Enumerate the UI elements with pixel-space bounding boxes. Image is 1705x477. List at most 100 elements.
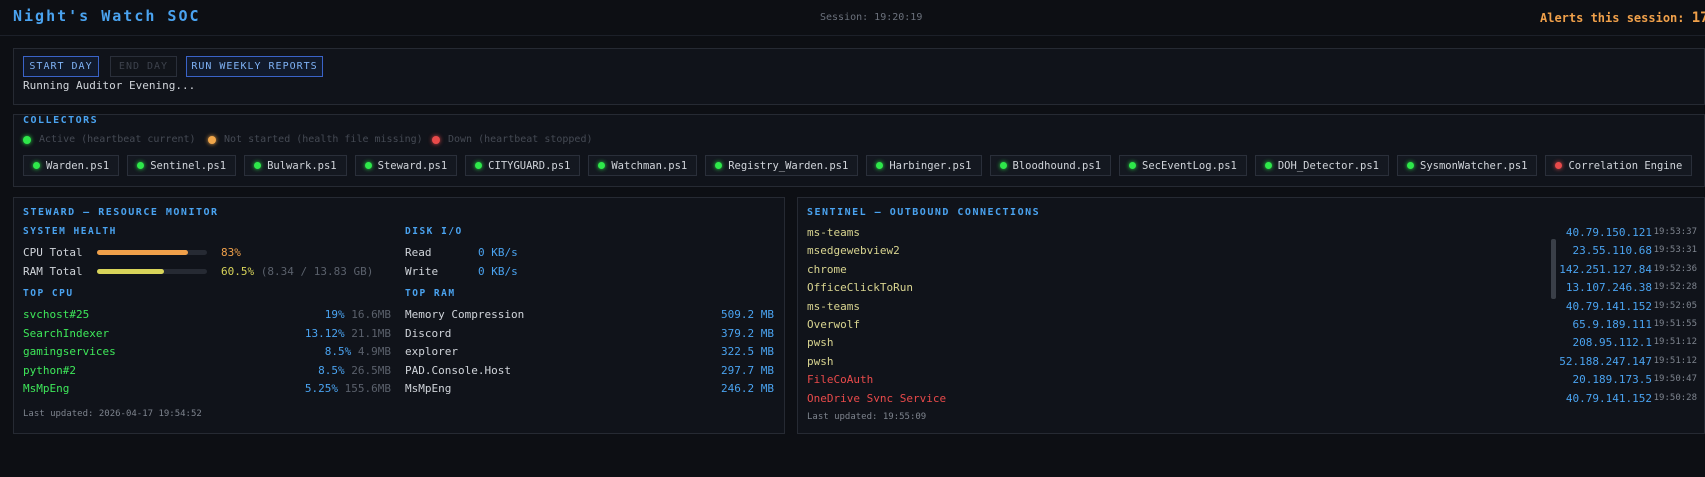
connections-scrollbar[interactable] — [1551, 231, 1556, 396]
connection-row[interactable]: OfficeClickToRun 13.107.246.38 19:52:28 — [807, 281, 1697, 299]
ram-process-name: Memory Compression — [405, 308, 525, 321]
system-health-title: SYSTEM HEALTH — [23, 226, 117, 237]
status-dot-icon — [715, 162, 723, 169]
collector-name: DOH_Detector.ps1 — [1277, 159, 1380, 172]
alerts-count: 171 — [1691, 10, 1705, 26]
run-weekly-reports-button[interactable]: RUN WEEKLY REPORTS — [186, 56, 323, 77]
sentinel-panel: SENTINEL — OUTBOUND CONNECTIONS ms-teams… — [797, 197, 1705, 434]
connection-process: pwsh — [807, 336, 834, 350]
disk-read-value: 0 KB/s — [478, 246, 518, 259]
collector-chip[interactable]: SysmonWatcher.ps1 — [1397, 155, 1538, 176]
connection-time: 19:53:37 — [1653, 227, 1697, 237]
connection-time: 19:53:31 — [1653, 245, 1697, 256]
cpu-process-name: MsMpEng — [23, 382, 70, 395]
scrollbar-thumb[interactable] — [1551, 239, 1556, 299]
connection-row[interactable]: ms-teams 40.79.141.152 19:52:05 — [807, 300, 1697, 318]
steward-panel: STEWARD — RESOURCE MONITOR SYSTEM HEALTH… — [13, 197, 785, 434]
collector-chip[interactable]: SecEventLog.ps1 — [1119, 155, 1247, 176]
end-day-button[interactable]: END DAY — [110, 56, 177, 77]
steward-last-updated: Last updated: 2026-04-17 19:54:52 — [23, 409, 202, 419]
connection-row[interactable]: pwsh 52.188.247.147 19:51:12 — [807, 355, 1697, 373]
cpu-bar-fill — [97, 250, 189, 255]
legend-active-label: Active (heartbeat current) — [39, 134, 196, 145]
collector-name: Bloodhound.ps1 — [1012, 159, 1102, 172]
connection-ip: 40.79.141.152 — [1565, 391, 1652, 402]
start-day-button[interactable]: START DAY — [23, 56, 99, 77]
legend-not-started-label: Not started (health file missing) — [224, 134, 423, 145]
legend-not-started: Not started (health file missing) — [208, 134, 423, 145]
green-dot-icon — [23, 135, 31, 144]
top-cpu-title: TOP CPU — [23, 288, 74, 299]
connection-process: OfficeClickToRun — [807, 281, 913, 295]
cpu-percent: 8.5% — [324, 345, 352, 358]
connection-process: OneDrive Sync Service — [807, 391, 947, 402]
session-timer: Session: 19:20:19 — [820, 12, 923, 23]
collector-name: Watchman.ps1 — [611, 159, 688, 172]
ram-process-name: explorer — [405, 345, 458, 358]
connection-time: 19:52:05 — [1653, 300, 1697, 311]
connection-process: msedgewebview2 — [807, 244, 900, 258]
steward-title: STEWARD — RESOURCE MONITOR — [23, 207, 219, 218]
legend-down: Down (heartbeat stopped) — [432, 134, 593, 145]
connection-ip: 65.9.189.111 — [1572, 318, 1652, 331]
collector-name: Steward.ps1 — [377, 159, 448, 172]
controls-panel: START DAY END DAY RUN WEEKLY REPORTS Run… — [13, 48, 1705, 105]
ram-bar — [97, 269, 207, 274]
ram-total-value: 60.5% — [221, 265, 255, 278]
collector-chip[interactable]: Harbinger.ps1 — [866, 155, 982, 176]
connection-time: 19:51:12 — [1653, 355, 1697, 366]
status-dot-icon — [876, 162, 884, 169]
connection-time: 19:51:12 — [1653, 337, 1697, 348]
collector-chip[interactable]: Registry_Warden.ps1 — [705, 155, 859, 176]
orange-dot-icon — [208, 135, 216, 144]
connection-process: chrome — [807, 262, 847, 276]
connection-row[interactable]: OneDrive Sync Service 40.79.141.152 19:50:… — [807, 392, 1697, 402]
collector-chip[interactable]: Bloodhound.ps1 — [989, 155, 1112, 176]
collector-name: Sentinel.ps1 — [150, 159, 227, 172]
red-dot-icon — [432, 135, 440, 144]
cpu-process-usage: 19% 16.6MB — [325, 308, 391, 321]
collector-name: CITYGUARD.ps1 — [488, 159, 571, 172]
ram-total-label: RAM Total — [23, 265, 83, 278]
ram-process-name: Discord — [405, 326, 452, 340]
legend-down-label: Down (heartbeat stopped) — [448, 134, 593, 145]
cpu-process-usage: 5.25% 155.6MB — [305, 382, 391, 395]
cpu-process-mem: 4.9MB — [357, 345, 391, 358]
connection-row[interactable]: pwsh 208.95.112.1 19:51:12 — [807, 336, 1697, 354]
collector-chip[interactable]: Sentinel.ps1 — [127, 155, 237, 176]
connection-ip: 40.79.150.121 — [1565, 226, 1652, 239]
ram-process-mem: 509.2 MB — [721, 308, 774, 321]
collector-chip[interactable]: Steward.ps1 — [354, 155, 458, 176]
connection-time: 19:50:28 — [1653, 392, 1697, 402]
ram-process-name: PAD.Console.Host — [405, 363, 511, 377]
connection-time: 19:50:47 — [1653, 374, 1697, 385]
collector-chip[interactable]: Watchman.ps1 — [588, 155, 698, 176]
collector-chip[interactable]: CITYGUARD.ps1 — [465, 155, 581, 176]
alerts-counter: Alerts this session: 171 — [1540, 10, 1705, 26]
ram-process-mem: 246.2 MB — [721, 382, 774, 395]
collector-chip[interactable]: Bulwark.ps1 — [244, 155, 347, 176]
collector-chip[interactable]: Warden.ps1 — [23, 155, 120, 176]
collector-name: Registry_Warden.ps1 — [728, 159, 849, 172]
connection-row[interactable]: Overwolf 65.9.189.111 19:51:55 — [807, 318, 1697, 336]
cpu-bar — [97, 250, 207, 255]
collector-chip[interactable]: DOH_Detector.ps1 — [1254, 155, 1390, 176]
connection-row[interactable]: msedgewebview2 23.55.110.68 19:53:31 — [807, 244, 1697, 262]
collector-name: Warden.ps1 — [46, 159, 110, 172]
connection-row[interactable]: ms-teams 40.79.150.121 19:53:37 — [807, 226, 1697, 244]
header: Night's Watch SOC Session: 19:20:19 Aler… — [0, 0, 1705, 36]
connection-row[interactable]: chrome 142.251.127.84 19:52:36 — [807, 263, 1697, 281]
connection-row[interactable]: FileCoAuth 20.189.173.5 19:50:47 — [807, 373, 1697, 391]
collector-chip[interactable]: Correlation Engine — [1545, 155, 1693, 176]
sentinel-last-updated: Last updated: 19:55:09 — [807, 412, 927, 422]
connection-time: 19:51:55 — [1653, 319, 1697, 329]
cpu-process-name: SearchIndexer — [23, 326, 110, 340]
connection-ip: 52.188.247.147 — [1559, 354, 1652, 368]
connection-ip: 208.95.112.1 — [1572, 336, 1652, 350]
connection-ip: 142.251.127.84 — [1559, 262, 1652, 276]
cpu-process-name: svchost#25 — [23, 308, 90, 321]
collector-chips: Warden.ps1 Sentinel.ps1 Bulwark.ps1 Steward… — [23, 155, 1693, 176]
collector-name: SecEventLog.ps1 — [1142, 159, 1237, 172]
collector-name: Harbinger.ps1 — [889, 159, 972, 172]
connections-list[interactable]: ms-teams 40.79.150.121 19:53:37 msedgewebvi… — [807, 226, 1697, 402]
